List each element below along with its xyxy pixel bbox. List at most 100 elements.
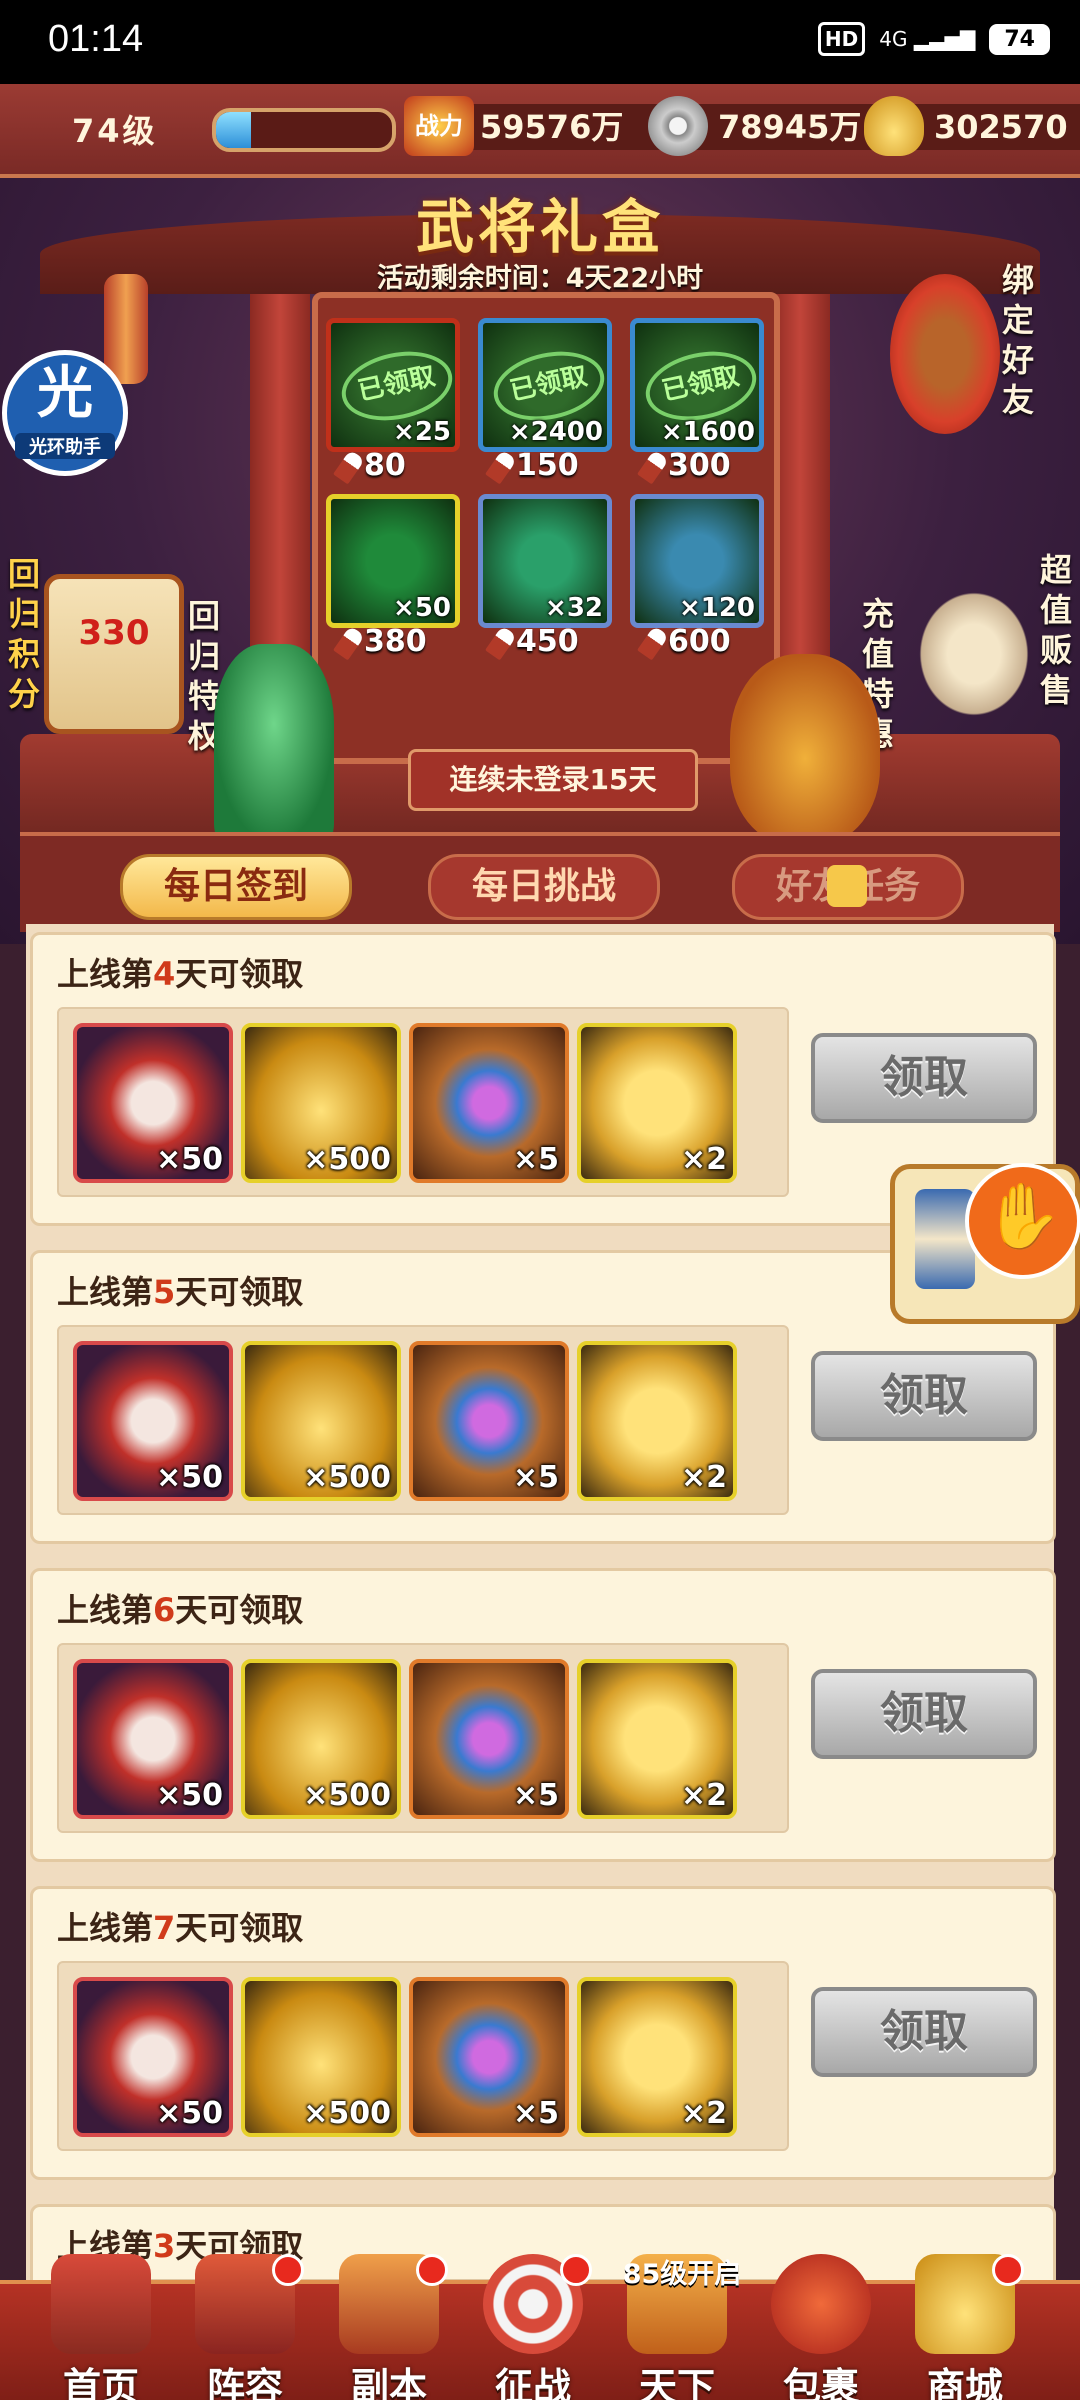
resource-bar: 74级 战力 59576万 78945万 302570 bbox=[0, 84, 1080, 178]
brush-item[interactable]: ×50 bbox=[73, 1659, 233, 1819]
claim-button[interactable]: 领取 bbox=[811, 1351, 1037, 1441]
claim-button[interactable]: 领取 bbox=[811, 1669, 1037, 1759]
reward-count: ×50 bbox=[156, 2096, 223, 2131]
gift-item-count: ×32 bbox=[545, 593, 603, 623]
hourglass-widget[interactable]: ✋ bbox=[890, 1163, 1080, 1324]
return-points-label: 回归积分 bbox=[7, 555, 40, 713]
gold-ingot-item[interactable]: ×500 bbox=[241, 1023, 401, 1183]
nav-campaign[interactable]: 征战 bbox=[468, 2254, 598, 2400]
nav-dungeon-label: 副本 bbox=[350, 2365, 427, 2400]
gift-item[interactable]: ×50 bbox=[326, 494, 460, 628]
gold-ingot-item[interactable]: ×500 bbox=[241, 1977, 401, 2137]
nav-shop[interactable]: 商城 bbox=[900, 2254, 1030, 2400]
checkin-title-suffix: 天可领取 bbox=[175, 1909, 304, 1947]
power-icon: 战力 bbox=[404, 96, 474, 156]
shop-notification-dot bbox=[992, 2254, 1024, 2286]
checkin-title-suffix: 天可领取 bbox=[175, 1273, 304, 1311]
tab-daily-checkin[interactable]: 每日签到 bbox=[120, 854, 352, 920]
tab-daily-challenge[interactable]: 每日挑战 bbox=[428, 854, 660, 920]
reward-count: ×50 bbox=[156, 1460, 223, 1495]
lineup-notification-dot bbox=[272, 2254, 304, 2286]
status-bar: 01:14 HD 4G ▂▃▅▇ 74 bbox=[0, 0, 1080, 84]
gift-box-item[interactable]: ×2 bbox=[577, 1341, 737, 1501]
gift-price: 380 bbox=[333, 624, 427, 664]
coin-icon bbox=[648, 96, 708, 156]
nav-lineup-label: 阵容 bbox=[206, 2365, 283, 2400]
checkin-title-prefix: 上线第 bbox=[57, 1909, 154, 1947]
return-points-value: 330 bbox=[78, 613, 150, 653]
gift-item[interactable]: 已领取 ×25 bbox=[326, 318, 460, 452]
gift-box-item[interactable]: ×2 bbox=[577, 1659, 737, 1819]
gift-box-item[interactable]: ×2 bbox=[577, 1977, 737, 2137]
reward-count: ×5 bbox=[512, 1142, 559, 1177]
gift-price-value: 600 bbox=[668, 624, 731, 659]
gem-chest-item[interactable]: ×5 bbox=[409, 1023, 569, 1183]
gift-item[interactable]: 已领取 ×2400 bbox=[478, 318, 612, 452]
reward-count: ×5 bbox=[512, 2096, 559, 2131]
brush-item[interactable]: ×50 bbox=[73, 1977, 233, 2137]
nav-home[interactable]: 首页 bbox=[36, 2254, 166, 2400]
bind-friend-label: 绑定好友 bbox=[1001, 261, 1034, 419]
world-unlock-badge: 85级开启 bbox=[622, 2259, 742, 2290]
nav-world[interactable]: 85级开启 天下 bbox=[612, 2254, 742, 2400]
helper-glyph: 光 bbox=[37, 361, 93, 426]
gold-ingot-item[interactable]: ×500 bbox=[241, 1341, 401, 1501]
gold-ingot-item[interactable]: ×500 bbox=[241, 1659, 401, 1819]
nav-bag-label: 包裹 bbox=[782, 2365, 859, 2400]
reward-count: ×5 bbox=[512, 1460, 559, 1495]
helper-button[interactable]: 光 光环助手 bbox=[2, 350, 128, 476]
checkin-card-title: 上线第4天可领取 bbox=[57, 949, 303, 995]
signal-icon: 4G ▂▃▅▇ bbox=[879, 27, 976, 51]
checkin-title-day: 6 bbox=[153, 1591, 176, 1629]
claim-button[interactable]: 领取 bbox=[811, 1987, 1037, 2077]
super-value-scroll[interactable] bbox=[912, 584, 1036, 724]
brush-item[interactable]: ×50 bbox=[73, 1341, 233, 1501]
recharge-bag[interactable] bbox=[730, 654, 880, 844]
brush-item[interactable]: ×50 bbox=[73, 1023, 233, 1183]
home-icon bbox=[51, 2254, 151, 2354]
gift-item[interactable]: ×32 bbox=[478, 494, 612, 628]
bag-icon bbox=[771, 2254, 871, 2354]
gift-price: 80 bbox=[333, 448, 406, 488]
checkin-card: 上线第6天可领取 ×50 ×500 ×5 ×2 领取 bbox=[30, 1568, 1056, 1862]
gift-price-value: 150 bbox=[516, 448, 579, 483]
status-time: 01:14 bbox=[48, 18, 144, 60]
ingot-icon bbox=[864, 96, 924, 156]
checkin-title-suffix: 天可领取 bbox=[175, 955, 304, 993]
nav-lineup[interactable]: 阵容 bbox=[180, 2254, 310, 2400]
checkin-title-day: 7 bbox=[153, 1909, 176, 1947]
exp-bar bbox=[212, 108, 396, 152]
checkin-card-title: 上线第7天可领取 bbox=[57, 1903, 303, 1949]
network-type: 4G bbox=[879, 27, 908, 51]
claim-button[interactable]: 领取 bbox=[811, 1033, 1037, 1123]
reward-tray: ×50 ×500 ×5 ×2 bbox=[57, 1643, 789, 1833]
gift-box-item[interactable]: ×2 bbox=[577, 1023, 737, 1183]
reward-count: ×50 bbox=[156, 1142, 223, 1177]
hand-icon[interactable]: ✋ bbox=[965, 1163, 1080, 1279]
tab-friend-task[interactable]: 好友任务 bbox=[732, 854, 964, 920]
jade-dragon-seal[interactable] bbox=[214, 644, 334, 844]
nav-bag[interactable]: 包裹 bbox=[756, 2254, 886, 2400]
gift-item[interactable]: ×120 bbox=[630, 494, 764, 628]
nav-campaign-label: 征战 bbox=[494, 2365, 571, 2400]
gift-item-count: ×2400 bbox=[508, 417, 603, 447]
reward-count: ×500 bbox=[303, 1460, 391, 1495]
gift-item-count: ×50 bbox=[393, 593, 451, 623]
battery-icon: 74 bbox=[989, 23, 1050, 55]
checkin-card-title: 上线第6天可领取 bbox=[57, 1585, 303, 1631]
bind-friend-lantern[interactable] bbox=[890, 274, 1000, 434]
checkin-title-suffix: 天可领取 bbox=[175, 1591, 304, 1629]
return-points-scroll[interactable]: 330 bbox=[44, 574, 184, 734]
gem-chest-item[interactable]: ×5 bbox=[409, 1341, 569, 1501]
nav-dungeon[interactable]: 副本 bbox=[324, 2254, 454, 2400]
checkin-title-day: 4 bbox=[153, 955, 176, 993]
reward-count: ×500 bbox=[303, 2096, 391, 2131]
gem-chest-item[interactable]: ×5 bbox=[409, 1977, 569, 2137]
exp-fill bbox=[216, 112, 252, 148]
checkin-card: 上线第7天可领取 ×50 ×500 ×5 ×2 领取 bbox=[30, 1886, 1056, 2180]
gift-item[interactable]: 已领取 ×1600 bbox=[630, 318, 764, 452]
bottom-nav: 首页 阵容 副本 征战 85级开启 天下 包裹 商城 bbox=[0, 2254, 1080, 2400]
gem-chest-item[interactable]: ×5 bbox=[409, 1659, 569, 1819]
ingot-display[interactable]: 302570 bbox=[864, 96, 1080, 156]
tab-bar: 每日签到 每日挑战 好友任务 bbox=[20, 832, 1060, 932]
